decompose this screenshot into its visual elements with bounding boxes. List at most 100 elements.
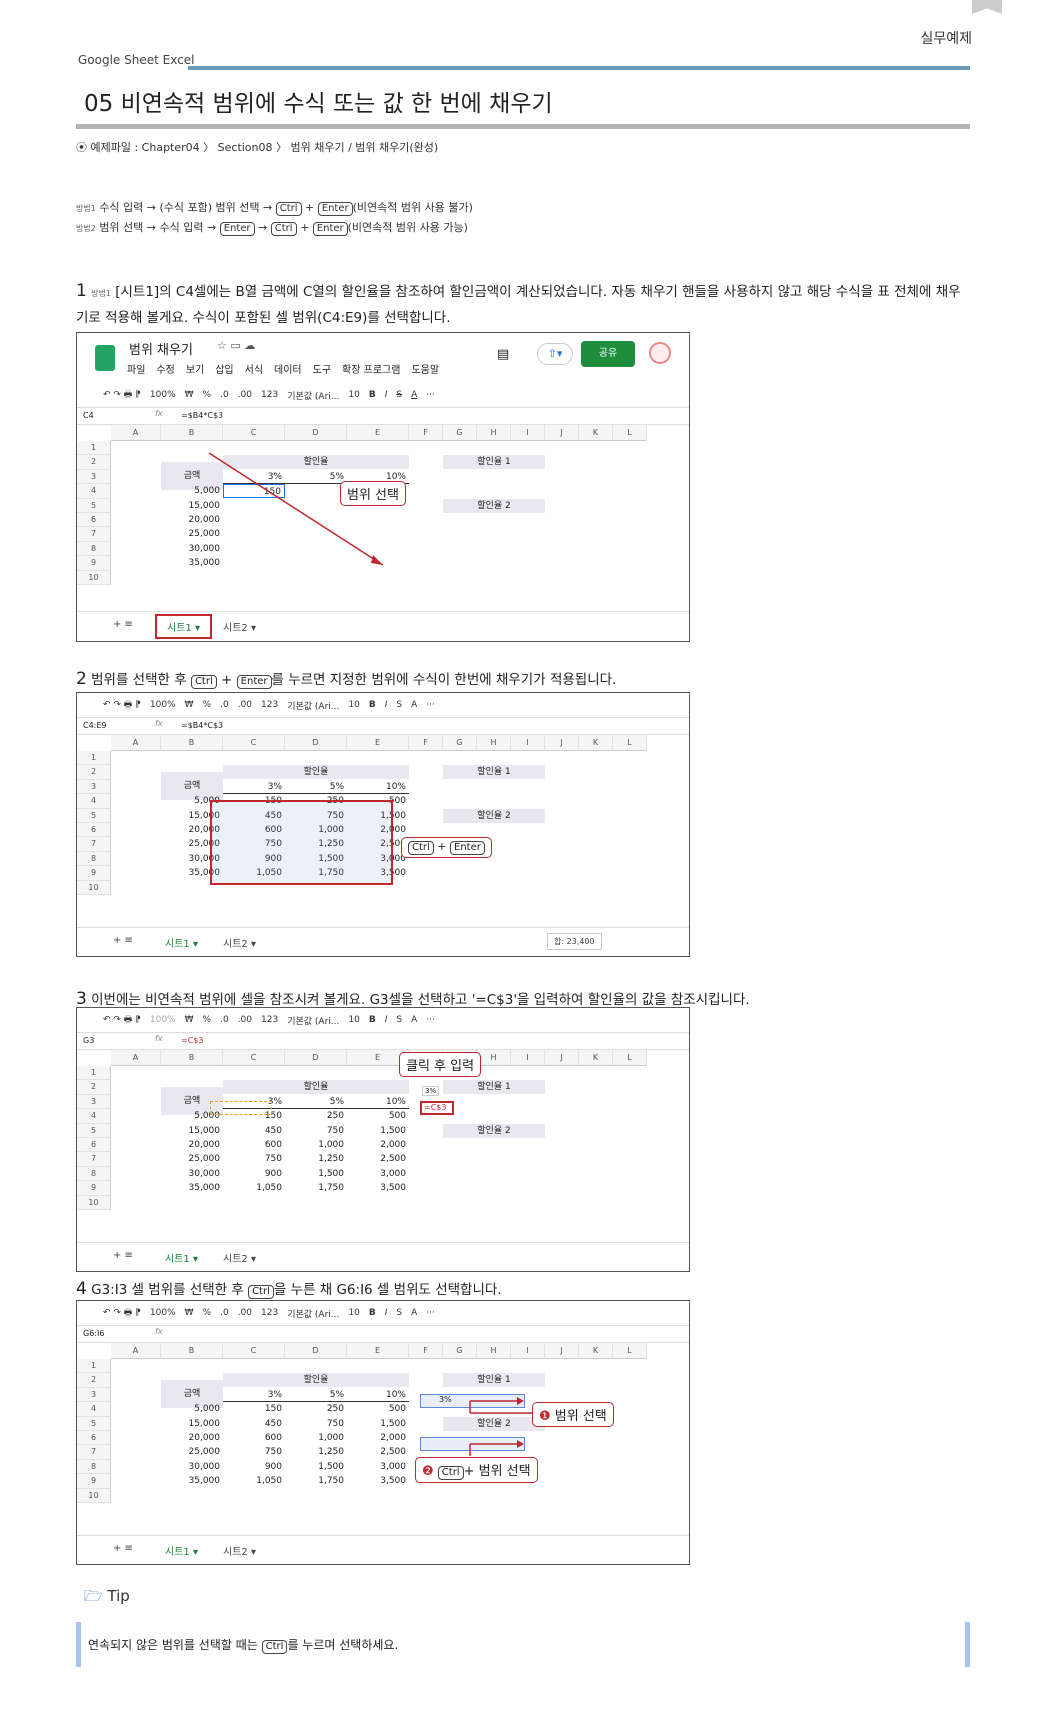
value-cell[interactable]: 2,500 bbox=[347, 1152, 409, 1166]
tab-sheet1[interactable]: 시트1 ▾ bbox=[165, 1250, 198, 1265]
column-header[interactable]: A bbox=[111, 735, 161, 751]
row-header[interactable]: 9 bbox=[77, 866, 111, 881]
value-cell[interactable]: 1,000 bbox=[285, 1138, 347, 1152]
amount-cell[interactable]: 25,000 bbox=[161, 1152, 223, 1166]
rate-cell[interactable]: 3% bbox=[223, 780, 285, 794]
value-cell[interactable]: 750 bbox=[223, 1152, 285, 1166]
value-cell[interactable]: 3,000 bbox=[347, 1167, 409, 1181]
row-header[interactable]: 2 bbox=[77, 1080, 111, 1095]
value-cell[interactable]: 1,250 bbox=[285, 1152, 347, 1166]
column-header[interactable]: E bbox=[347, 735, 409, 751]
name-box[interactable]: C4:E9 bbox=[83, 721, 107, 730]
value-cell[interactable]: 1,750 bbox=[285, 1181, 347, 1195]
row-header[interactable]: 5 bbox=[77, 808, 111, 823]
value-cell[interactable]: 1,500 bbox=[347, 1124, 409, 1138]
value-cell[interactable]: 250 bbox=[285, 1109, 347, 1123]
italic-icon[interactable]: I bbox=[385, 700, 388, 710]
column-header[interactable]: D bbox=[285, 735, 347, 751]
rate2-label[interactable]: 할인율 2 bbox=[443, 808, 545, 823]
font-size[interactable]: 10 bbox=[348, 700, 359, 710]
rate1-label[interactable]: 할인율 1 bbox=[443, 1080, 545, 1095]
formula-input[interactable]: =C$3 bbox=[181, 1036, 203, 1045]
column-header[interactable]: B bbox=[161, 735, 223, 751]
text-color-icon[interactable]: A bbox=[411, 700, 417, 710]
strike-icon[interactable]: S bbox=[396, 700, 402, 710]
name-box[interactable]: G3 bbox=[83, 1036, 94, 1045]
rate-header[interactable]: 할인율 bbox=[223, 765, 409, 780]
row-header[interactable]: 6 bbox=[77, 823, 111, 838]
amount-cell[interactable]: 30,000 bbox=[161, 1167, 223, 1181]
column-header[interactable]: B bbox=[161, 1050, 223, 1066]
column-header[interactable]: D bbox=[285, 1050, 347, 1066]
row-header[interactable]: 6 bbox=[77, 1138, 111, 1153]
column-header[interactable]: J bbox=[545, 735, 579, 751]
undo-icon[interactable]: ↶ ↷ 🖶 ⁋ bbox=[103, 1012, 141, 1028]
row-header[interactable]: 7 bbox=[77, 837, 111, 852]
column-header[interactable]: C bbox=[223, 735, 285, 751]
italic-icon[interactable]: I bbox=[385, 1015, 388, 1025]
undo-icon[interactable]: ↶ ↷ 🖶 ⁋ bbox=[103, 697, 141, 713]
column-header[interactable]: G bbox=[443, 735, 477, 751]
column-header[interactable]: C bbox=[223, 1050, 285, 1066]
rate-cell[interactable]: 5% bbox=[285, 780, 347, 794]
rate-cell[interactable]: 10% bbox=[347, 1095, 409, 1109]
tab-sheet2[interactable]: 시트2 ▾ bbox=[223, 1250, 256, 1265]
font-select[interactable]: 기본값 (Ari... bbox=[287, 1014, 339, 1027]
column-header[interactable]: I bbox=[511, 735, 545, 751]
currency-button[interactable]: ₩ bbox=[185, 1015, 194, 1025]
amount-cell[interactable]: 20,000 bbox=[161, 1138, 223, 1152]
column-header[interactable]: K bbox=[579, 735, 613, 751]
value-cell[interactable]: 600 bbox=[223, 1138, 285, 1152]
value-cell[interactable]: 2,000 bbox=[347, 1138, 409, 1152]
tab-sheet1[interactable]: 시트1 ▾ bbox=[165, 935, 198, 950]
column-header[interactable]: H bbox=[477, 735, 511, 751]
number-format[interactable]: 123 bbox=[261, 700, 278, 710]
rate2-label[interactable]: 할인율 2 bbox=[443, 1123, 545, 1138]
sum-indicator[interactable]: 합: 23,400 bbox=[547, 933, 602, 950]
row-header[interactable]: 4 bbox=[77, 794, 111, 809]
row-header[interactable]: 1 bbox=[77, 751, 111, 766]
increase-decimal[interactable]: .00 bbox=[238, 700, 252, 710]
row-header[interactable]: 8 bbox=[77, 851, 111, 867]
font-select[interactable]: 기본값 (Ari... bbox=[287, 699, 339, 712]
rate-header[interactable]: 할인율 bbox=[223, 1080, 409, 1095]
g3-input-cell[interactable]: =C$3 bbox=[420, 1101, 454, 1115]
column-header[interactable]: L bbox=[613, 735, 647, 751]
value-cell[interactable]: 1,050 bbox=[223, 1181, 285, 1195]
zoom-select[interactable]: 100% bbox=[150, 1015, 176, 1025]
row-header[interactable]: 4 bbox=[77, 1109, 111, 1124]
more-icon[interactable]: ··· bbox=[426, 700, 435, 710]
column-header[interactable]: K bbox=[579, 1050, 613, 1066]
column-header[interactable]: H bbox=[477, 1050, 511, 1066]
percent-button[interactable]: % bbox=[203, 1015, 212, 1025]
tab-sheet2[interactable]: 시트2 ▾ bbox=[223, 935, 256, 950]
value-cell[interactable]: 3,500 bbox=[347, 1181, 409, 1195]
column-header[interactable]: I bbox=[511, 1050, 545, 1066]
row-header[interactable]: 7 bbox=[77, 1152, 111, 1167]
row-header[interactable]: 2 bbox=[77, 765, 111, 780]
column-header[interactable]: J bbox=[545, 1050, 579, 1066]
add-sheet-icon[interactable]: + ≡ bbox=[113, 1250, 133, 1261]
formula-input[interactable]: =$B4*C$3 bbox=[181, 721, 223, 730]
row-header[interactable]: 8 bbox=[77, 1166, 111, 1182]
amount-cell[interactable]: 15,000 bbox=[161, 1124, 223, 1138]
font-size[interactable]: 10 bbox=[348, 1015, 359, 1025]
row-header[interactable]: 3 bbox=[77, 779, 111, 795]
bold-icon[interactable]: B bbox=[369, 1015, 376, 1025]
column-header[interactable]: L bbox=[613, 1050, 647, 1066]
strike-icon[interactable]: S bbox=[396, 1015, 402, 1025]
rate-cell[interactable]: 5% bbox=[285, 1095, 347, 1109]
row-header[interactable]: 5 bbox=[77, 1123, 111, 1138]
value-cell[interactable]: 1,500 bbox=[285, 1167, 347, 1181]
zoom-select[interactable]: 100% bbox=[150, 700, 176, 710]
rate1-label[interactable]: 할인율 1 bbox=[443, 765, 545, 780]
rate-cell[interactable]: 10% bbox=[347, 780, 409, 794]
more-icon[interactable]: ··· bbox=[426, 1015, 435, 1025]
decrease-decimal[interactable]: .0 bbox=[220, 700, 229, 710]
value-cell[interactable]: 900 bbox=[223, 1167, 285, 1181]
currency-button[interactable]: ₩ bbox=[185, 700, 194, 710]
value-cell[interactable]: 500 bbox=[347, 1109, 409, 1123]
amount-cell[interactable]: 35,000 bbox=[161, 1181, 223, 1195]
add-sheet-icon[interactable]: + ≡ bbox=[113, 935, 133, 946]
value-cell[interactable]: 750 bbox=[285, 1124, 347, 1138]
